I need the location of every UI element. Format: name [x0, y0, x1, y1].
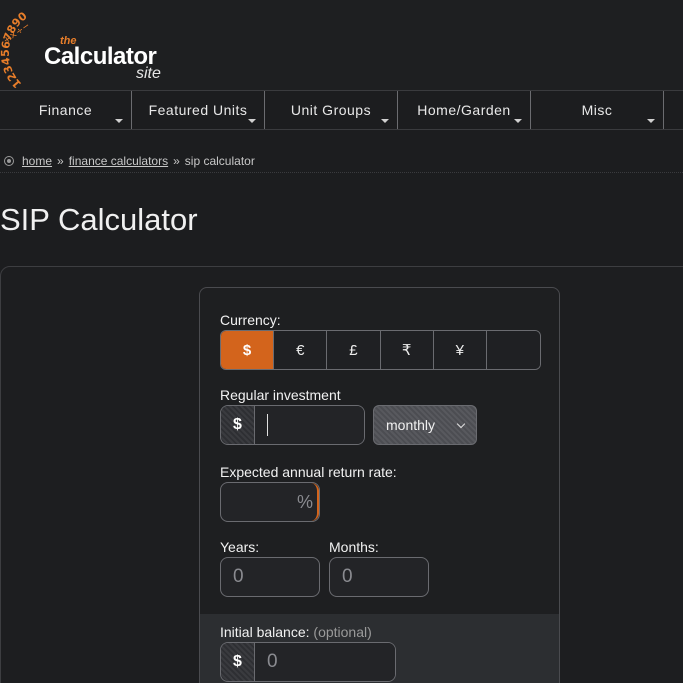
years-label: Years: [220, 539, 260, 555]
regular-investment-input[interactable] [255, 406, 364, 444]
regular-investment-label: Regular investment [220, 387, 341, 403]
site-header: 1234567890 +×÷− the Calculator site [0, 0, 683, 90]
regular-investment-group: $ [220, 405, 365, 445]
nav-item-home-garden[interactable]: Home/Garden [398, 91, 531, 129]
page-title: SIP Calculator [0, 202, 198, 237]
currency-button-jpy[interactable]: ¥ [433, 331, 487, 369]
site-logo[interactable]: 1234567890 +×÷− the Calculator site [0, 6, 180, 90]
breadcrumb-current: sip calculator [184, 154, 255, 168]
caret-down-icon [248, 119, 256, 123]
breadcrumb-finance-link[interactable]: finance calculators [69, 154, 168, 168]
currency-label: Currency: [220, 312, 281, 328]
months-label: Months: [329, 539, 379, 555]
currency-addon: $ [221, 406, 255, 444]
currency-button-usd[interactable]: $ [221, 331, 275, 369]
sip-calculator-form: Currency: $ € £ ₹ ¥ Regular investment $… [199, 287, 560, 683]
currency-button-eur[interactable]: € [274, 331, 328, 369]
years-input[interactable]: 0 [220, 557, 320, 597]
home-icon [4, 156, 14, 166]
initial-balance-label: Initial balance: (optional) [220, 624, 372, 640]
nav-item-misc[interactable]: Misc [531, 91, 664, 129]
logo-site: site [136, 65, 161, 82]
return-rate-label: Expected annual return rate: [220, 464, 397, 480]
currency-button-inr[interactable]: ₹ [380, 331, 434, 369]
currency-button-gbp[interactable]: £ [327, 331, 381, 369]
percent-suffix: % [293, 483, 319, 521]
text-cursor [267, 414, 268, 436]
breadcrumb-home-link[interactable]: home [22, 154, 52, 168]
divider [0, 172, 683, 173]
caret-down-icon [647, 119, 655, 123]
nav-item-featured-units[interactable]: Featured Units [132, 91, 265, 129]
currency-selector: $ € £ ₹ ¥ [220, 330, 541, 370]
nav-item-unit-groups[interactable]: Unit Groups [265, 91, 398, 129]
frequency-select[interactable]: monthly [373, 405, 477, 445]
caret-down-icon [115, 119, 123, 123]
currency-button-other[interactable] [486, 331, 540, 369]
initial-balance-input[interactable]: 0 [255, 643, 395, 681]
return-rate-input[interactable]: % [220, 482, 320, 522]
chevron-down-icon [456, 419, 466, 429]
main-nav: Finance Featured Units Unit Groups Home/… [0, 90, 683, 130]
caret-down-icon [381, 119, 389, 123]
breadcrumb: home » finance calculators » sip calcula… [4, 153, 255, 169]
optional-hint: (optional) [313, 624, 372, 640]
nav-item-finance[interactable]: Finance [0, 91, 132, 129]
initial-balance-group: $ 0 [220, 642, 396, 682]
caret-down-icon [514, 119, 522, 123]
breadcrumb-separator: » [173, 154, 180, 168]
currency-addon: $ [221, 643, 255, 681]
breadcrumb-separator: » [57, 154, 64, 168]
months-input[interactable]: 0 [329, 557, 429, 597]
